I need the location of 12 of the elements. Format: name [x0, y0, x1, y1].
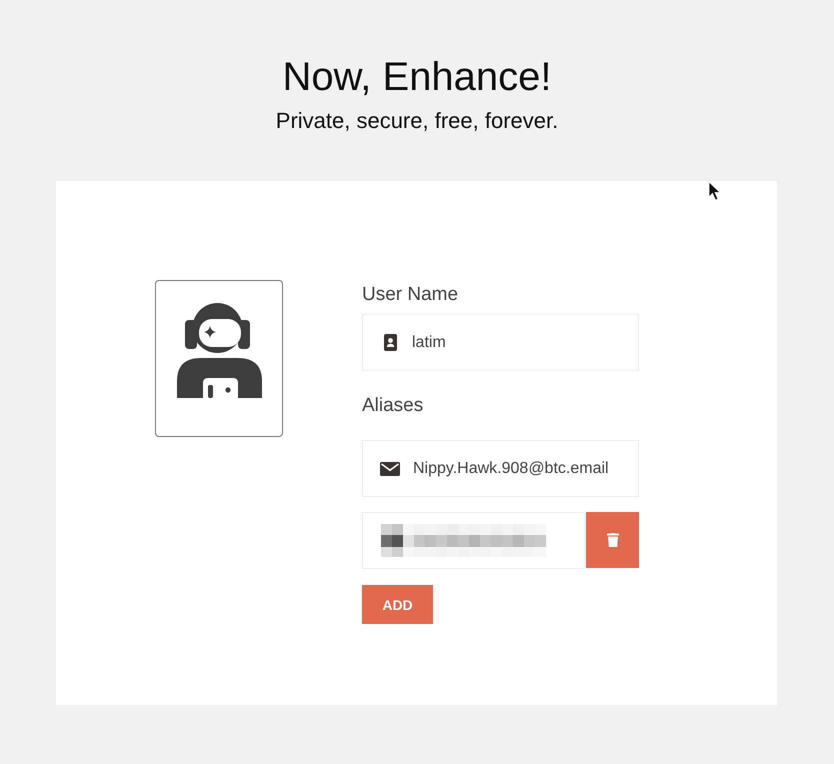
envelope-icon [380, 462, 400, 476]
field-label: User Name [362, 284, 458, 306]
alias-field[interactable]: Nippy.Hawk.908@btc.email [362, 440, 639, 497]
alias-field[interactable] [362, 512, 585, 569]
delete-button[interactable] [586, 512, 639, 568]
contact-card-icon [384, 334, 397, 351]
page-title: Now, Enhance! [282, 54, 552, 101]
page-subtitle: Private, secure, free, forever. [276, 108, 558, 134]
astronaut-avatar-icon [176, 301, 264, 399]
username-field[interactable]: latim [362, 314, 639, 371]
field-label: Aliases [362, 395, 424, 417]
trash-icon [606, 533, 618, 547]
